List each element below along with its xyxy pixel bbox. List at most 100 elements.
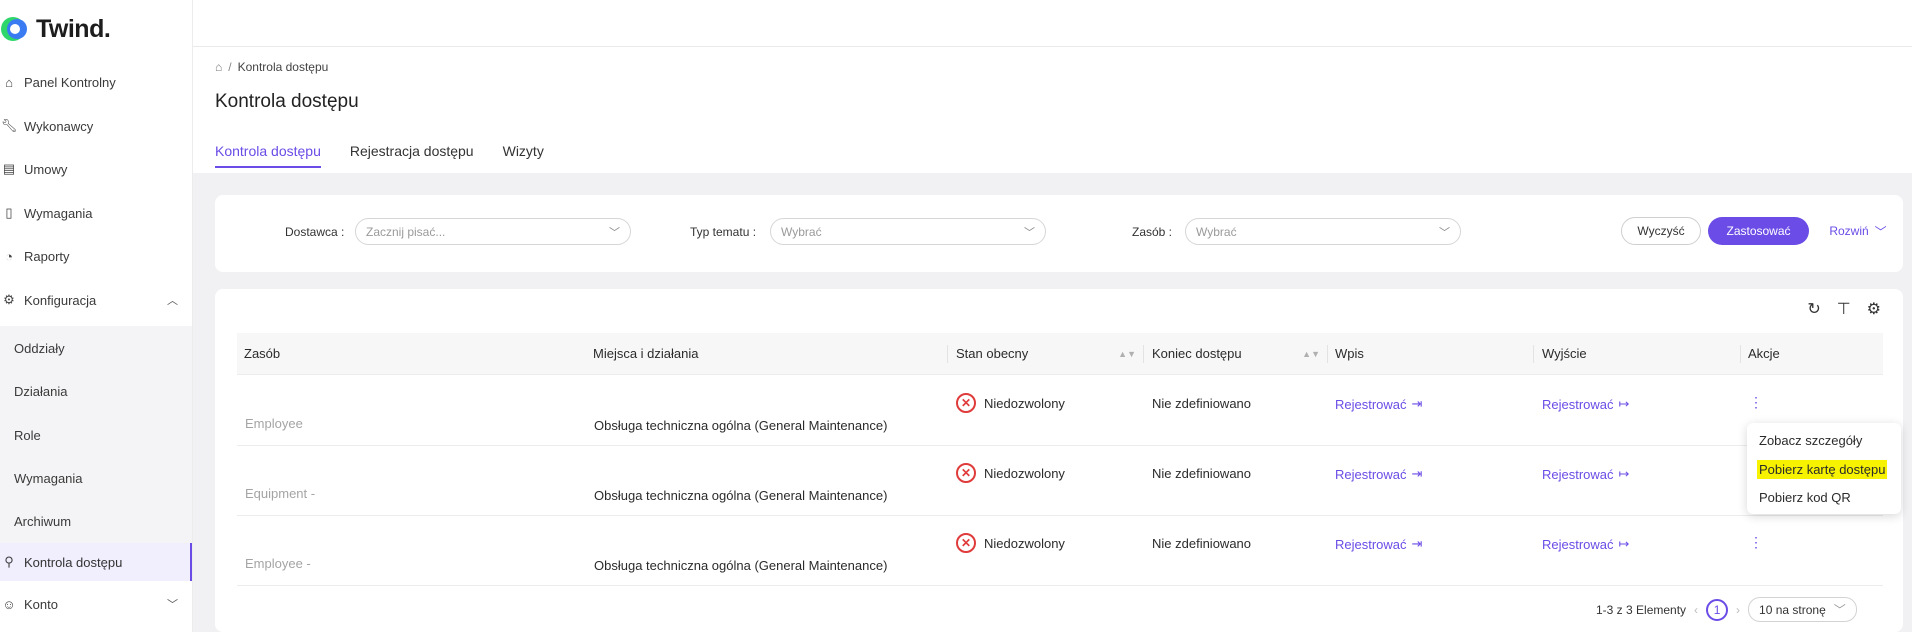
register-exit-label: Rejestrować <box>1542 466 1614 482</box>
expand-button[interactable]: Rozwiń ﹀ <box>1823 217 1893 245</box>
sidebar-subitem-roles[interactable]: Role <box>0 413 192 457</box>
resource-cell: Employee - <box>245 556 311 571</box>
access-end-cell: Nie zdefiniowano <box>1152 396 1252 411</box>
status-text: Niedozwolony <box>984 535 1065 551</box>
gear-icon: ⚙ <box>3 292 15 307</box>
file-icon: ▯ <box>5 205 13 220</box>
register-entry-label: Rejestrować <box>1335 396 1407 412</box>
sidebar-item-access-control[interactable]: ⚲ Kontrola dostępu <box>0 543 192 581</box>
column-header-actions: Akcje <box>1748 346 1780 361</box>
register-entry-link[interactable]: Rejestrować ⇥ <box>1335 396 1422 412</box>
login-icon: ⇥ <box>1411 536 1423 551</box>
register-entry-link[interactable]: Rejestrować ⇥ <box>1335 466 1422 482</box>
tab-access-registration[interactable]: Rejestracja dostępu <box>350 143 474 168</box>
status-cell: ✕ Niedozwolony <box>956 463 1065 483</box>
chevron-down-icon: ﹀ <box>609 226 620 239</box>
sidebar-item-label: Konfiguracja <box>24 292 97 308</box>
register-exit-link[interactable]: Rejestrować ↦ <box>1542 536 1629 552</box>
subject-type-filter-label: Typ tematu : <box>690 225 757 239</box>
status-cell: ✕ Niedozwolony <box>956 393 1065 413</box>
menu-item-download-qr-code[interactable]: Pobierz kod QR <box>1757 488 1853 507</box>
sidebar-item-account[interactable]: ☺ Konto ﹀ <box>0 586 192 622</box>
brand-logo[interactable]: Twind. <box>0 14 111 44</box>
top-bar <box>193 0 1912 47</box>
sidebar-item-contractors[interactable]: 🔧︎ Wykonawcy <box>0 108 192 144</box>
subject-type-filter-select[interactable]: Wybrać ﹀ <box>770 218 1046 245</box>
register-exit-label: Rejestrować <box>1542 536 1614 552</box>
sidebar-item-dashboard[interactable]: ⌂ Panel Kontrolny <box>0 64 192 100</box>
results-panel: ↻ ⊤ ⚙ Zasób Miejsca i działania Stan obe… <box>215 289 1903 632</box>
chevron-up-icon: ︿ <box>167 295 178 307</box>
sidebar-subitem-requirements[interactable]: Wymagania <box>0 457 192 500</box>
sidebar-item-label: Umowy <box>24 161 68 177</box>
sidebar-item-reports[interactable]: ◔ Raporty <box>0 238 192 274</box>
settings-icon[interactable]: ⚙ <box>1867 299 1881 319</box>
more-actions-icon[interactable]: ⋮ <box>1749 534 1763 551</box>
logout-icon: ↦ <box>1618 396 1630 411</box>
chevron-down-icon: ﹀ <box>167 599 178 611</box>
menu-item-view-details[interactable]: Zobacz szczegóły <box>1757 431 1864 450</box>
chevron-right-icon[interactable]: › <box>1736 603 1740 617</box>
supplier-filter-input[interactable]: Zacznij pisać... ﹀ <box>355 218 631 245</box>
logout-icon: ↦ <box>1618 536 1630 551</box>
sidebar-subitem-label: Role <box>14 427 41 443</box>
places-cell: Obsługa techniczna ogólna (General Maint… <box>594 488 888 503</box>
sidebar-subitem-label: Wymagania <box>14 471 83 486</box>
tab-visits[interactable]: Wizyty <box>503 143 544 168</box>
tab-access-control[interactable]: Kontrola dostępu <box>215 143 321 168</box>
home-icon[interactable]: ⌂ <box>215 60 222 74</box>
chevron-down-icon: ﹀ <box>1024 226 1035 239</box>
chevron-down-icon: ﹀ <box>1874 224 1887 239</box>
pagination: 1-3 z 3 Elementy ‹ 1 › 10 na stronę ﹀ <box>1596 597 1857 622</box>
column-header-current-state[interactable]: Stan obecny ▲▼ <box>956 333 1136 375</box>
sidebar-item-label: Raporty <box>24 248 70 264</box>
sidebar-item-label: Wykonawcy <box>24 118 94 134</box>
table-toolbar: ↻ ⊤ ⚙ <box>1807 299 1881 319</box>
resource-filter-label: Zasób : <box>1132 225 1173 239</box>
resource-filter-select[interactable]: Wybrać ﹀ <box>1185 218 1461 245</box>
table-header: Zasób Miejsca i działania Stan obecny ▲▼… <box>237 333 1883 375</box>
sidebar-subitem-activities[interactable]: Działania <box>0 370 192 413</box>
clear-button[interactable]: Wyczyść <box>1621 217 1701 245</box>
close-circle-icon: ✕ <box>956 393 976 413</box>
page-number-button[interactable]: 1 <box>1706 598 1729 621</box>
resource-cell: Equipment - <box>245 486 316 501</box>
sidebar-item-contracts[interactable]: ▤ Umowy <box>0 151 192 187</box>
column-header-resource: Zasób <box>244 346 281 361</box>
twind-logo-icon <box>1 17 27 41</box>
sort-icon: ▲▼ <box>1118 349 1136 359</box>
menu-item-download-access-card[interactable]: Pobierz kartę dostępu <box>1757 460 1888 479</box>
column-height-icon[interactable]: ⊤ <box>1837 299 1851 319</box>
page-size-select[interactable]: 10 na stronę ﹀ <box>1748 597 1857 622</box>
register-exit-link[interactable]: Rejestrować ↦ <box>1542 396 1629 412</box>
register-entry-link[interactable]: Rejestrować ⇥ <box>1335 536 1422 552</box>
refresh-icon[interactable]: ↻ <box>1807 299 1820 319</box>
sidebar-item-configuration[interactable]: ⚙ Konfiguracja ︿ <box>0 282 192 318</box>
sidebar-item-label: Wymagania <box>24 205 93 221</box>
sidebar-subitem-archive[interactable]: Archiwum <box>0 500 192 543</box>
apply-button[interactable]: Zastosować <box>1708 217 1809 245</box>
page-title: Kontrola dostępu <box>215 91 359 112</box>
sidebar-subitem-branches[interactable]: Oddziały <box>0 326 192 370</box>
column-divider <box>947 345 948 363</box>
column-header-places: Miejsca i działania <box>593 346 699 361</box>
user-circle-icon: ☺ <box>2 596 16 612</box>
document-icon: ▤ <box>2 161 16 176</box>
column-header-access-end[interactable]: Koniec dostępu ▲▼ <box>1152 333 1320 375</box>
status-cell: ✕ Niedozwolony <box>956 533 1065 553</box>
chevron-left-icon[interactable]: ‹ <box>1694 603 1698 617</box>
register-exit-link[interactable]: Rejestrować ↦ <box>1542 466 1629 482</box>
sidebar-item-requirements[interactable]: ▯ Wymagania <box>0 195 192 231</box>
tabs: Kontrola dostępu Rejestracja dostępu Wiz… <box>215 143 544 168</box>
home-icon: ⌂ <box>5 74 13 90</box>
sidebar-item-label: Kontrola dostępu <box>24 554 123 570</box>
places-cell: Obsługa techniczna ogólna (General Maint… <box>594 418 888 433</box>
column-header-label: Koniec dostępu <box>1152 346 1242 361</box>
resource-filter-placeholder: Wybrać <box>1196 224 1237 239</box>
sidebar-subitem-label: Oddziały <box>14 340 65 356</box>
breadcrumb-separator: / <box>228 60 232 74</box>
column-divider <box>1327 345 1328 363</box>
chevron-down-icon: ﹀ <box>1833 603 1846 617</box>
register-exit-label: Rejestrować <box>1542 396 1614 412</box>
more-actions-icon[interactable]: ⋮ <box>1749 394 1763 411</box>
